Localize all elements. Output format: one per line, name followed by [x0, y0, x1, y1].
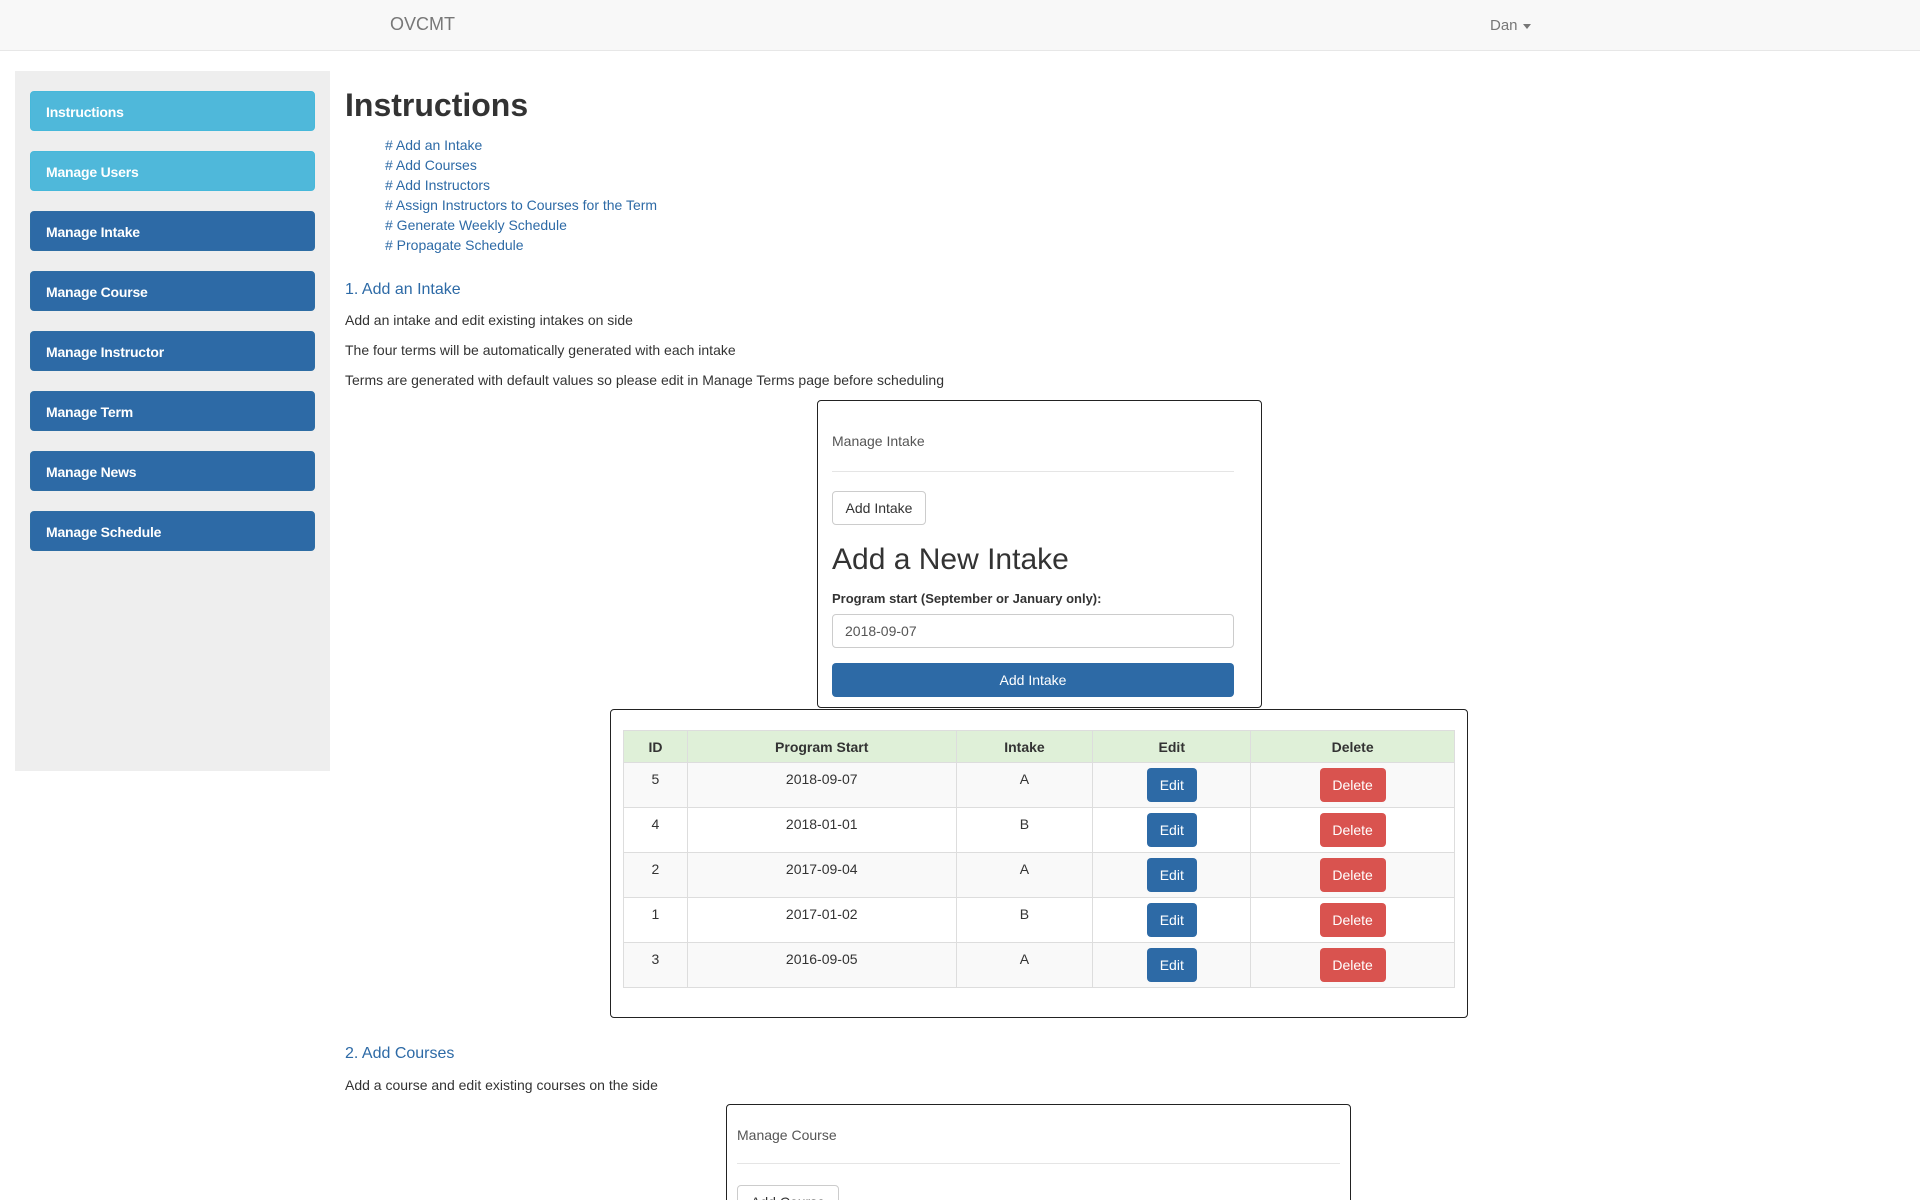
edit-button[interactable]: Edit [1146, 948, 1197, 982]
caret-down-icon [1522, 23, 1531, 29]
edit-button[interactable]: Edit [1146, 768, 1197, 802]
section-text: Terms are generated with default values … [345, 372, 944, 388]
sidebar-item-manage-term[interactable]: Manage Term [30, 391, 315, 431]
panel-heading: Manage Course [737, 1127, 837, 1143]
user-name: Dan [1490, 17, 1518, 34]
column-header-intake: Intake [955, 730, 1094, 763]
column-header-id: ID [623, 730, 688, 763]
manage-course-panel: Manage Course Add Course [726, 1104, 1351, 1200]
add-intake-toggle-button[interactable]: Add Intake [832, 491, 926, 525]
table-header-row: ID Program Start Intake Edit Delete [623, 730, 1455, 763]
toc-link-propagate-schedule[interactable]: # Propagate Schedule [385, 235, 657, 255]
section-text: The four terms will be automatically gen… [345, 342, 736, 358]
intake-table-panel: ID Program Start Intake Edit Delete 5 20… [610, 709, 1468, 1018]
form-title: Add a New Intake [832, 543, 1069, 576]
cell-id: 4 [623, 807, 688, 853]
cell-edit: Edit [1092, 807, 1252, 853]
table-row: 5 2018-09-07 A Edit Delete [623, 762, 1455, 808]
program-start-label: Program start (September or January only… [832, 591, 1102, 606]
section-text: Add an intake and edit existing intakes … [345, 312, 633, 328]
sidebar: Instructions Manage Users Manage Intake … [15, 71, 330, 771]
cell-intake: A [955, 762, 1094, 808]
cell-program-start: 2016-09-05 [686, 942, 957, 988]
panel-heading: Manage Intake [832, 433, 925, 449]
toc-link-add-instructors[interactable]: # Add Instructors [385, 175, 657, 195]
table-row: 2 2017-09-04 A Edit Delete [623, 852, 1455, 898]
cell-delete: Delete [1250, 807, 1455, 853]
delete-button[interactable]: Delete [1319, 903, 1386, 937]
sidebar-item-manage-schedule[interactable]: Manage Schedule [30, 511, 315, 551]
user-dropdown[interactable]: Dan [1490, 17, 1531, 34]
divider [737, 1163, 1340, 1164]
cell-id: 3 [623, 942, 688, 988]
delete-button[interactable]: Delete [1319, 948, 1386, 982]
intake-table: ID Program Start Intake Edit Delete 5 20… [623, 730, 1455, 988]
toc-link-add-courses[interactable]: # Add Courses [385, 155, 657, 175]
cell-delete: Delete [1250, 762, 1455, 808]
section-title-add-courses: 2. Add Courses [345, 1045, 455, 1062]
manage-intake-panel: Manage Intake Add Intake Add a New Intak… [817, 400, 1262, 708]
column-header-program-start: Program Start [686, 730, 957, 763]
table-row: 1 2017-01-02 B Edit Delete [623, 897, 1455, 943]
cell-program-start: 2017-09-04 [686, 852, 957, 898]
cell-program-start: 2018-09-07 [686, 762, 957, 808]
toc-link-generate-schedule[interactable]: # Generate Weekly Schedule [385, 215, 657, 235]
sidebar-item-manage-users[interactable]: Manage Users [30, 151, 315, 191]
cell-program-start: 2017-01-02 [686, 897, 957, 943]
column-header-delete: Delete [1250, 730, 1455, 763]
add-intake-submit-button[interactable]: Add Intake [832, 663, 1234, 697]
cell-id: 5 [623, 762, 688, 808]
sidebar-item-manage-news[interactable]: Manage News [30, 451, 315, 491]
cell-intake: A [955, 942, 1094, 988]
toc-link-assign-instructors[interactable]: # Assign Instructors to Courses for the … [385, 195, 657, 215]
cell-delete: Delete [1250, 942, 1455, 988]
section-title-add-intake: 1. Add an Intake [345, 281, 461, 298]
edit-button[interactable]: Edit [1146, 858, 1197, 892]
sidebar-item-manage-course[interactable]: Manage Course [30, 271, 315, 311]
delete-button[interactable]: Delete [1319, 858, 1386, 892]
toc-link-add-intake[interactable]: # Add an Intake [385, 135, 657, 155]
cell-delete: Delete [1250, 852, 1455, 898]
column-header-edit: Edit [1092, 730, 1252, 763]
sidebar-item-manage-instructor[interactable]: Manage Instructor [30, 331, 315, 371]
cell-delete: Delete [1250, 897, 1455, 943]
cell-id: 1 [623, 897, 688, 943]
page-title: Instructions [345, 87, 529, 123]
cell-intake: B [955, 807, 1094, 853]
cell-edit: Edit [1092, 852, 1252, 898]
divider [832, 471, 1234, 472]
cell-program-start: 2018-01-01 [686, 807, 957, 853]
cell-intake: A [955, 852, 1094, 898]
table-row: 4 2018-01-01 B Edit Delete [623, 807, 1455, 853]
add-course-toggle-button[interactable]: Add Course [737, 1185, 839, 1200]
cell-edit: Edit [1092, 897, 1252, 943]
sidebar-item-manage-intake[interactable]: Manage Intake [30, 211, 315, 251]
table-of-contents: # Add an Intake # Add Courses # Add Inst… [385, 135, 657, 255]
delete-button[interactable]: Delete [1319, 768, 1386, 802]
brand-link[interactable]: OVCMT [390, 14, 455, 35]
cell-edit: Edit [1092, 942, 1252, 988]
top-navbar: OVCMT Dan [0, 0, 1920, 51]
cell-edit: Edit [1092, 762, 1252, 808]
edit-button[interactable]: Edit [1146, 903, 1197, 937]
delete-button[interactable]: Delete [1319, 813, 1386, 847]
section-text: Add a course and edit existing courses o… [345, 1077, 658, 1093]
cell-intake: B [955, 897, 1094, 943]
edit-button[interactable]: Edit [1146, 813, 1197, 847]
program-start-input[interactable]: 2018-09-07 [832, 614, 1234, 648]
cell-id: 2 [623, 852, 688, 898]
sidebar-item-instructions[interactable]: Instructions [30, 91, 315, 131]
table-row: 3 2016-09-05 A Edit Delete [623, 942, 1455, 988]
